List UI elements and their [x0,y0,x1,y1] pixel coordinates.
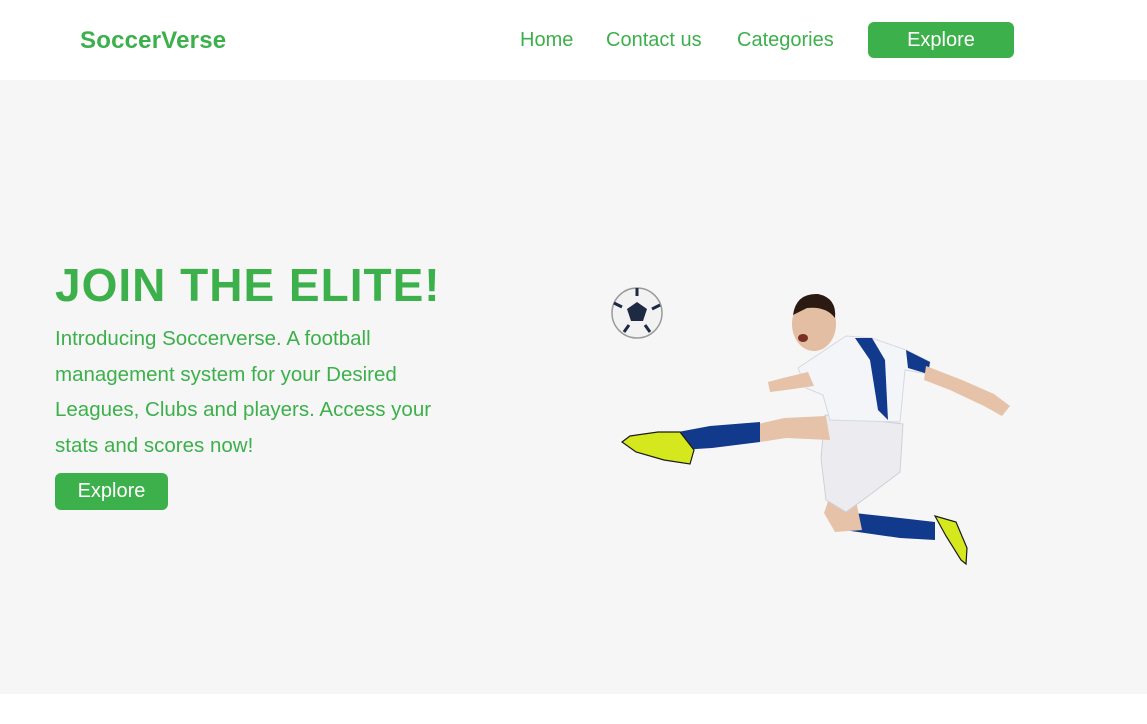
nav-link-home[interactable]: Home [520,29,573,52]
soccer-player-image [611,287,1010,566]
nav-link-contact-us[interactable]: Contact us [606,29,702,52]
hero-explore-button[interactable]: Explore [55,473,168,510]
soccer-ball-icon [611,287,663,339]
navbar: SoccerVerse Home Contact us Categories E… [0,0,1147,80]
hero-description: Introducing Soccerverse. A football mana… [55,327,432,457]
nav-explore-button[interactable]: Explore [868,22,1014,58]
nav-link-categories[interactable]: Categories [737,29,834,52]
hero-title: JOIN THE ELITE! [55,259,441,311]
hero-section: JOIN THE ELITE! Introducing Soccerverse.… [0,80,1147,694]
brand-logo[interactable]: SoccerVerse [80,27,226,55]
